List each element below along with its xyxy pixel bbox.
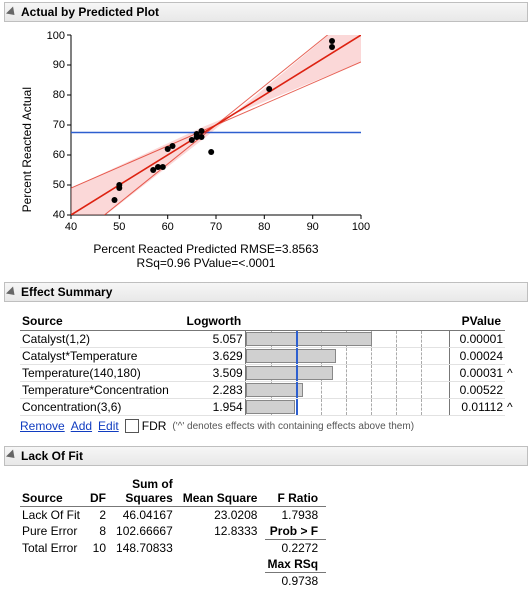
- effect-source: Concentration(3,6): [20, 399, 184, 416]
- effect-summary-table: Source Logworth PValue Catalyst(1,2)5.05…: [20, 312, 518, 416]
- y-tick: 40: [53, 209, 65, 221]
- col-fr: F Ratio: [265, 476, 326, 507]
- section-header-lack-of-fit[interactable]: Lack Of Fit: [4, 446, 528, 466]
- y-tick: 100: [47, 30, 65, 42]
- section-actual-by-predicted: Actual by Predicted Plot Percent Reacted…: [4, 2, 528, 276]
- actual-by-predicted-plot: Percent Reacted Actual 40 50 60 70 80 9: [20, 30, 518, 270]
- y-axis-label: Percent Reacted Actual: [20, 87, 34, 212]
- fdr-checkbox[interactable]: FDR: [125, 419, 167, 434]
- col-ms: Mean Square: [181, 476, 266, 507]
- lack-of-fit-table: Source DF Sum ofSquares Mean Square F Ra…: [20, 476, 326, 589]
- col-source: Source: [20, 476, 88, 507]
- effect-caret: ^: [505, 399, 518, 416]
- effect-bar: [245, 399, 450, 416]
- effect-pvalue: 0.00031: [450, 365, 505, 382]
- effect-pvalue: 0.00024: [450, 348, 505, 365]
- table-row: Lack Of Fit 2 46.04167 23.0208 1.7938: [20, 506, 326, 523]
- effect-pvalue: 0.00001: [450, 331, 505, 348]
- disclosure-triangle-icon[interactable]: [6, 450, 18, 462]
- max-rsq-value: 0.9738: [265, 572, 326, 589]
- col-source[interactable]: Source: [20, 312, 184, 331]
- effect-source: Catalyst*Temperature: [20, 348, 184, 365]
- x-tick: 40: [65, 221, 77, 233]
- effect-bar: [245, 382, 450, 399]
- section-title: Lack Of Fit: [21, 449, 83, 463]
- effect-bar: [245, 331, 450, 348]
- y-tick: 90: [53, 59, 65, 71]
- effect-source: Catalyst(1,2): [20, 331, 184, 348]
- disclosure-triangle-icon[interactable]: [6, 6, 18, 18]
- col-bar: [245, 312, 450, 331]
- effect-logworth: 3.509: [184, 365, 245, 382]
- effect-bar: [245, 365, 450, 382]
- y-tick: 70: [53, 119, 65, 131]
- effect-caret: [505, 331, 518, 348]
- section-lack-of-fit: Lack Of Fit Source DF Sum ofSquares Mean…: [4, 446, 528, 595]
- plot-stats: RSq=0.96 PValue=<.0001: [137, 256, 276, 270]
- section-header-effect-summary[interactable]: Effect Summary: [4, 282, 528, 302]
- col-logworth[interactable]: Logworth: [184, 312, 245, 331]
- section-effect-summary: Effect Summary Source Logworth PValue Ca…: [4, 282, 528, 440]
- effect-bar: [245, 348, 450, 365]
- effect-caret: [505, 348, 518, 365]
- add-link[interactable]: Add: [71, 419, 92, 433]
- x-tick: 90: [307, 221, 319, 233]
- section-header-actual-by-predicted[interactable]: Actual by Predicted Plot: [4, 2, 528, 22]
- x-tick: 50: [113, 221, 125, 233]
- effect-caret: [505, 382, 518, 399]
- section-title: Actual by Predicted Plot: [21, 5, 159, 19]
- x-tick: 70: [210, 221, 222, 233]
- table-row[interactable]: Temperature(140,180)3.509 0.00031^: [20, 365, 518, 382]
- x-tick: 60: [162, 221, 174, 233]
- effect-caret: ^: [505, 365, 518, 382]
- col-ss: Sum ofSquares: [114, 476, 181, 507]
- effect-logworth: 2.283: [184, 382, 245, 399]
- y-tick: 60: [53, 149, 65, 161]
- table-row: 0.9738: [20, 572, 326, 589]
- x-tick: 100: [352, 221, 370, 233]
- scatter-plot: 40 50 60 70 80 90 100 40 50 60: [36, 30, 376, 240]
- col-pvalue[interactable]: PValue: [450, 312, 505, 331]
- table-row[interactable]: Catalyst*Temperature3.629 0.00024: [20, 348, 518, 365]
- section-title: Effect Summary: [21, 285, 112, 299]
- edit-link[interactable]: Edit: [98, 419, 119, 433]
- remove-link[interactable]: Remove: [20, 419, 65, 433]
- table-row: Pure Error 8 102.66667 12.8333 Prob > F: [20, 523, 326, 540]
- table-row: Max RSq: [20, 556, 326, 573]
- y-tick: 80: [53, 89, 65, 101]
- effect-source: Temperature(140,180): [20, 365, 184, 382]
- caret-note: ('^' denotes effects with containing eff…: [172, 421, 414, 432]
- effect-logworth: 3.629: [184, 348, 245, 365]
- effect-source: Temperature*Concentration: [20, 382, 184, 399]
- x-tick: 80: [258, 221, 270, 233]
- x-axis-label: Percent Reacted Predicted RMSE=3.8563: [93, 242, 318, 256]
- effect-logworth: 1.954: [184, 399, 245, 416]
- effect-pvalue: 0.00522: [450, 382, 505, 399]
- effect-pvalue: 0.01112: [450, 399, 505, 416]
- max-rsq-label: Max RSq: [265, 556, 326, 573]
- col-df: DF: [88, 476, 114, 507]
- table-row[interactable]: Catalyst(1,2)5.057 0.00001: [20, 331, 518, 348]
- disclosure-triangle-icon[interactable]: [6, 286, 18, 298]
- table-row: Total Error 10 148.70833 0.2272: [20, 539, 326, 556]
- table-row[interactable]: Temperature*Concentration2.283 0.00522: [20, 382, 518, 399]
- effect-logworth: 5.057: [184, 331, 245, 348]
- table-row[interactable]: Concentration(3,6)1.954 0.01112^: [20, 399, 518, 416]
- y-tick: 50: [53, 179, 65, 191]
